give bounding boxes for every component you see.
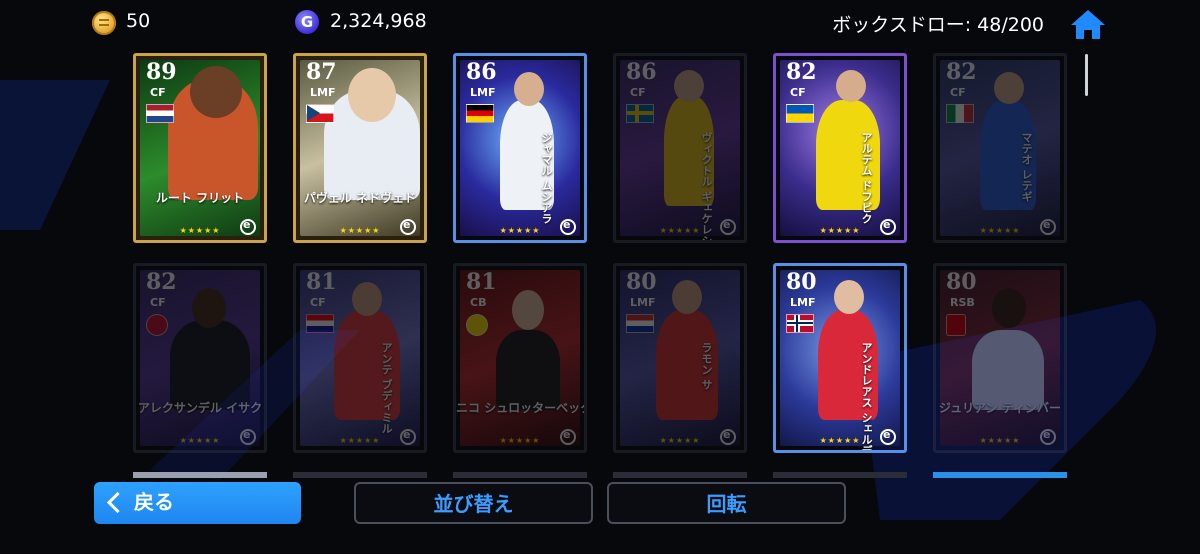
card-position: CF — [150, 296, 166, 309]
club-crest-icon — [146, 314, 168, 336]
efootball-logo-icon — [240, 218, 256, 235]
card-position: LMF — [470, 86, 496, 99]
efootball-logo-icon — [560, 428, 576, 445]
card-rating: 81 — [466, 269, 497, 295]
card-rating: 87 — [306, 59, 337, 85]
flag-icon — [786, 104, 814, 123]
card-player-name: アルテム ドフビク — [860, 132, 873, 224]
flag-icon — [626, 314, 654, 333]
player-card[interactable]: 86 LMF ジャマル ムシアラ ★★★★★ — [453, 53, 587, 243]
card-player-name: アンテ ブディミル — [380, 342, 393, 434]
player-card[interactable]: 80 RSB ジュリアン ティンバー ★★★★★ — [933, 263, 1067, 453]
card-row-peek — [933, 472, 1067, 478]
card-player-name: ジャマル ムシアラ — [540, 132, 553, 224]
efootball-logo-icon — [1040, 428, 1056, 445]
card-rating: 80 — [946, 269, 977, 295]
efootball-logo-icon — [1040, 218, 1056, 235]
flag-icon — [306, 104, 334, 123]
card-position: LMF — [630, 296, 656, 309]
card-position: CF — [950, 86, 966, 99]
card-rating: 80 — [626, 269, 657, 295]
card-position: CF — [790, 86, 806, 99]
player-card[interactable]: 87 LMF パヴェル ネドヴェド ★★★★★ — [293, 53, 427, 243]
card-player-name: ルート フリット — [155, 191, 245, 205]
flag-icon — [466, 104, 494, 123]
player-card[interactable]: 82 CF マテオ レテギ ★★★★★ — [933, 53, 1067, 243]
card-player-name: ニコ シュロッターベック — [456, 401, 587, 415]
player-card[interactable]: 86 CF ヴィクトル ギェケレシュ ★★★★★ — [613, 53, 747, 243]
card-position: RSB — [950, 296, 975, 309]
rotate-button-label: 回転 — [706, 492, 747, 516]
card-player-name: アレクサンデル イサク — [137, 401, 263, 415]
card-rating: 81 — [306, 269, 337, 295]
efootball-logo-icon — [240, 428, 256, 445]
card-rating: 80 — [786, 269, 817, 295]
card-position: CB — [470, 296, 487, 309]
sort-button-label: 並び替え — [433, 492, 514, 516]
card-rating: 86 — [626, 59, 657, 85]
card-row-peek — [453, 472, 587, 478]
card-grid: 89 CF ルート フリット ★★★★★ 87 LMF パヴェル ネドヴェド ★… — [0, 0, 1200, 480]
club-crest-icon — [466, 314, 488, 336]
player-card[interactable]: 82 CF アルテム ドフビク ★★★★★ — [773, 53, 907, 243]
flag-icon — [946, 104, 974, 123]
card-player-name: パヴェル ネドヴェド — [303, 191, 417, 205]
player-card[interactable]: 80 LMF ラモン サ ★★★★★ — [613, 263, 747, 453]
card-row-peek — [613, 472, 747, 478]
card-rating: 86 — [466, 59, 497, 85]
efootball-logo-icon — [560, 218, 576, 235]
club-crest-icon — [946, 314, 966, 336]
card-row-peek — [133, 472, 267, 478]
efootball-logo-icon — [880, 218, 896, 235]
efootball-logo-icon — [400, 428, 416, 445]
card-rating: 82 — [146, 269, 177, 295]
flag-icon — [626, 104, 654, 123]
card-position: LMF — [310, 86, 336, 99]
card-rating: 89 — [146, 59, 177, 85]
efootball-logo-icon — [720, 218, 736, 235]
card-player-name: マテオ レテギ — [1020, 132, 1033, 202]
card-player-name: ジュリアン ティンバー — [938, 401, 1062, 415]
efootball-logo-icon — [400, 218, 416, 235]
player-card[interactable]: 82 CF アレクサンデル イサク ★★★★★ — [133, 263, 267, 453]
back-button[interactable]: 戻る — [94, 482, 301, 524]
flag-icon — [146, 104, 174, 123]
card-position: CF — [150, 86, 166, 99]
chevron-left-icon — [106, 491, 129, 514]
player-card[interactable]: 81 CF アンテ ブディミル ★★★★★ — [293, 263, 427, 453]
card-rating: 82 — [786, 59, 817, 85]
back-button-label: 戻る — [134, 490, 174, 514]
card-position: CF — [630, 86, 646, 99]
rotate-button[interactable]: 回転 — [607, 482, 846, 524]
player-card[interactable]: 89 CF ルート フリット ★★★★★ — [133, 53, 267, 243]
sort-button[interactable]: 並び替え — [354, 482, 593, 524]
flag-icon — [786, 314, 814, 333]
card-row-peek — [773, 472, 907, 478]
efootball-logo-icon — [880, 428, 896, 445]
card-rating: 82 — [946, 59, 977, 85]
flag-icon — [306, 314, 334, 333]
card-row-peek — [293, 472, 427, 478]
card-player-name: ラモン サ — [700, 342, 713, 390]
efootball-logo-icon — [720, 428, 736, 445]
card-position: LMF — [790, 296, 816, 309]
player-card[interactable]: 81 CB ニコ シュロッターベック ★★★★★ — [453, 263, 587, 453]
card-position: CF — [310, 296, 326, 309]
player-card[interactable]: 80 LMF アンドレアス シェルデルップ ★★★★★ — [773, 263, 907, 453]
